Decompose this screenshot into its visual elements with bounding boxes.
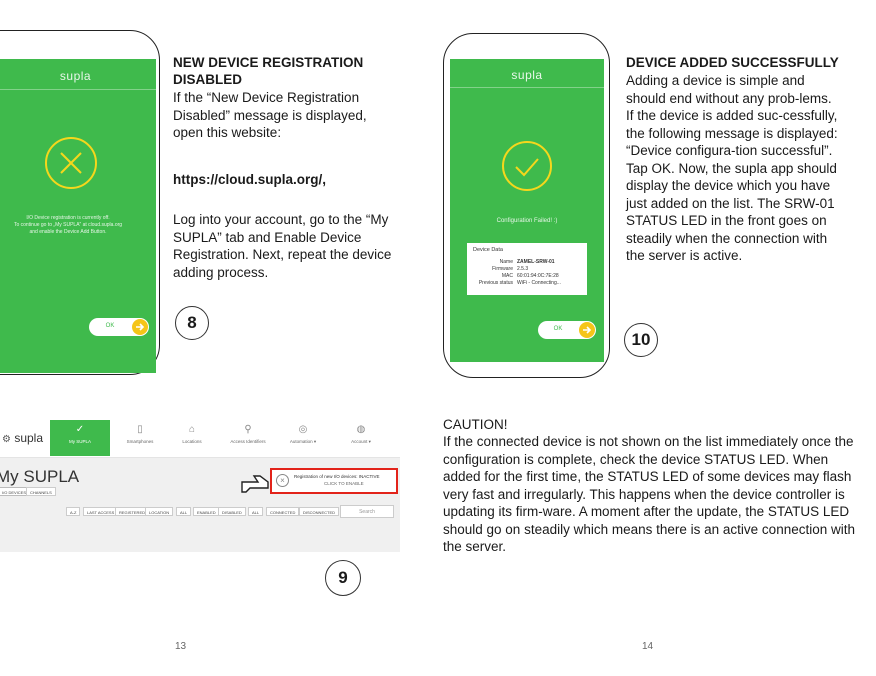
- row-value: WiFi - Connecting...: [517, 280, 561, 286]
- configuration-status: Configuration Failed! :): [496, 218, 558, 224]
- arrow-right-icon: [579, 322, 595, 338]
- error-x-icon: [45, 137, 97, 189]
- caution-text: If the connected device is not shown on …: [443, 434, 855, 554]
- arrow-right-icon: [132, 319, 148, 335]
- web-logo-text: supla: [14, 431, 43, 445]
- step8-paragraph-2: Log into your account, go to the “My SUP…: [173, 212, 392, 280]
- right-phone-screen: supla Configuration Failed! :) Device Da…: [450, 59, 604, 362]
- row-key: MAC: [501, 273, 513, 279]
- filter-all-connected[interactable]: ALL: [248, 507, 264, 516]
- nav-access-identifiers[interactable]: ⚲ Access Identifiers: [218, 420, 278, 456]
- step8-heading: NEW DEVICE REGISTRATION DISABLED: [173, 55, 364, 87]
- automation-icon: ◎: [298, 424, 308, 435]
- row-value: 60:01:94:0C:7E:28: [517, 273, 559, 279]
- sort-az[interactable]: A-Z: [66, 507, 81, 516]
- home-icon: ⌂: [188, 424, 196, 435]
- ok-button[interactable]: OK: [89, 318, 149, 336]
- smartphone-icon: ▯: [137, 424, 143, 435]
- caution-title: CAUTION!: [443, 417, 508, 432]
- left-phone-screen: supla I/O Device registration is current…: [0, 59, 156, 373]
- device-card-title: Device Data: [473, 247, 503, 253]
- device-data-card: Device Data Name ZAMEL-SRW-01 Firmware 2…: [467, 243, 587, 295]
- cloud-link[interactable]: https://cloud.supla.org/,: [173, 172, 326, 187]
- tab-channels[interactable]: CHANNELS: [26, 487, 56, 496]
- nav-label: Automation ▾: [289, 439, 317, 444]
- row-value: ZAMEL-SRW-01: [517, 259, 555, 265]
- step-9-badge: 9: [325, 560, 361, 596]
- sort-registered[interactable]: REGISTERED: [115, 507, 150, 516]
- screen-divider: [450, 87, 604, 88]
- banner-cta: CLICK TO ENABLE: [324, 481, 364, 486]
- step8-paragraph-1: If the “New Device Registration Disabled…: [173, 90, 367, 140]
- filter-all-enabled[interactable]: ALL: [176, 507, 192, 516]
- my-supla-icon: ✓: [75, 424, 85, 435]
- ok-label: OK: [553, 326, 563, 332]
- nav-label: Locations: [182, 439, 202, 444]
- nav-label: Account ▾: [351, 439, 371, 444]
- step10-heading: DEVICE ADDED SUCCESSFULLY: [626, 55, 839, 70]
- registration-banner[interactable]: × Registration of new I/O devices: INACT…: [270, 468, 398, 494]
- sort-last-access[interactable]: LAST ACCESS: [83, 507, 119, 516]
- row-value: 2.5.3: [517, 266, 529, 272]
- close-circle-icon: ×: [276, 474, 289, 487]
- filter-enabled[interactable]: ENABLED: [193, 507, 220, 516]
- ok-label: OK: [105, 323, 115, 329]
- hand-pointer-icon: [240, 470, 274, 499]
- key-icon: ⚲: [244, 424, 252, 435]
- web-logo: ⚙ supla: [2, 431, 43, 445]
- nav-my-supla[interactable]: ✓ My SUPLA: [50, 420, 110, 456]
- step-10-badge: 10: [624, 323, 658, 357]
- filter-disconnected[interactable]: DISCONNECTED: [299, 507, 340, 516]
- supla-logo: supla: [59, 69, 92, 83]
- ok-button[interactable]: OK: [538, 321, 596, 339]
- account-icon: ◍: [356, 424, 366, 435]
- row-key: Previous status: [478, 280, 513, 286]
- banner-status: Registration of new I/O devices: INACTIV…: [294, 474, 380, 479]
- registration-off-message: I/O Device registration is currently off…: [13, 215, 123, 235]
- supla-cloud-screenshot: ⚙ supla ✓ My SUPLA ▯ Smartphones ⌂ Locat…: [0, 418, 400, 552]
- page-number-right: 14: [642, 641, 654, 652]
- nav-smartphones[interactable]: ▯ Smartphones: [110, 420, 170, 456]
- page-number-left: 13: [175, 641, 187, 652]
- left-phone: supla I/O Device registration is current…: [0, 30, 160, 375]
- filter-connected[interactable]: CONNECTED: [266, 507, 300, 516]
- step10-paragraph: Adding a device is simple and should end…: [626, 73, 838, 263]
- nav-label: My SUPLA: [68, 439, 91, 444]
- search-input[interactable]: Search: [340, 505, 394, 518]
- nav-account[interactable]: ◍ Account ▾: [331, 420, 391, 456]
- screen-divider: [0, 89, 156, 90]
- filter-disabled[interactable]: DISABLED: [218, 507, 246, 516]
- nav-label: Access Identifiers: [230, 439, 266, 444]
- supla-logo: supla: [511, 68, 543, 82]
- row-key: Name: [499, 259, 513, 265]
- nav-label: Smartphones: [126, 439, 154, 444]
- page-title: My SUPLA: [0, 467, 80, 486]
- web-navbar: ⚙ supla ✓ My SUPLA ▯ Smartphones ⌂ Locat…: [0, 418, 400, 458]
- success-check-icon: [502, 141, 552, 191]
- nav-locations[interactable]: ⌂ Locations: [162, 420, 222, 456]
- nav-automation[interactable]: ◎ Automation ▾: [273, 420, 333, 456]
- row-key: Firmware: [492, 266, 513, 272]
- web-content: My SUPLA I/O DEVICES CHANNELS × Registra…: [0, 458, 400, 552]
- supla-logo-icon: ⚙: [2, 434, 11, 445]
- sort-location[interactable]: LOCATION: [145, 507, 174, 516]
- step-8-badge: 8: [175, 306, 209, 340]
- right-phone: supla Configuration Failed! :) Device Da…: [443, 33, 610, 378]
